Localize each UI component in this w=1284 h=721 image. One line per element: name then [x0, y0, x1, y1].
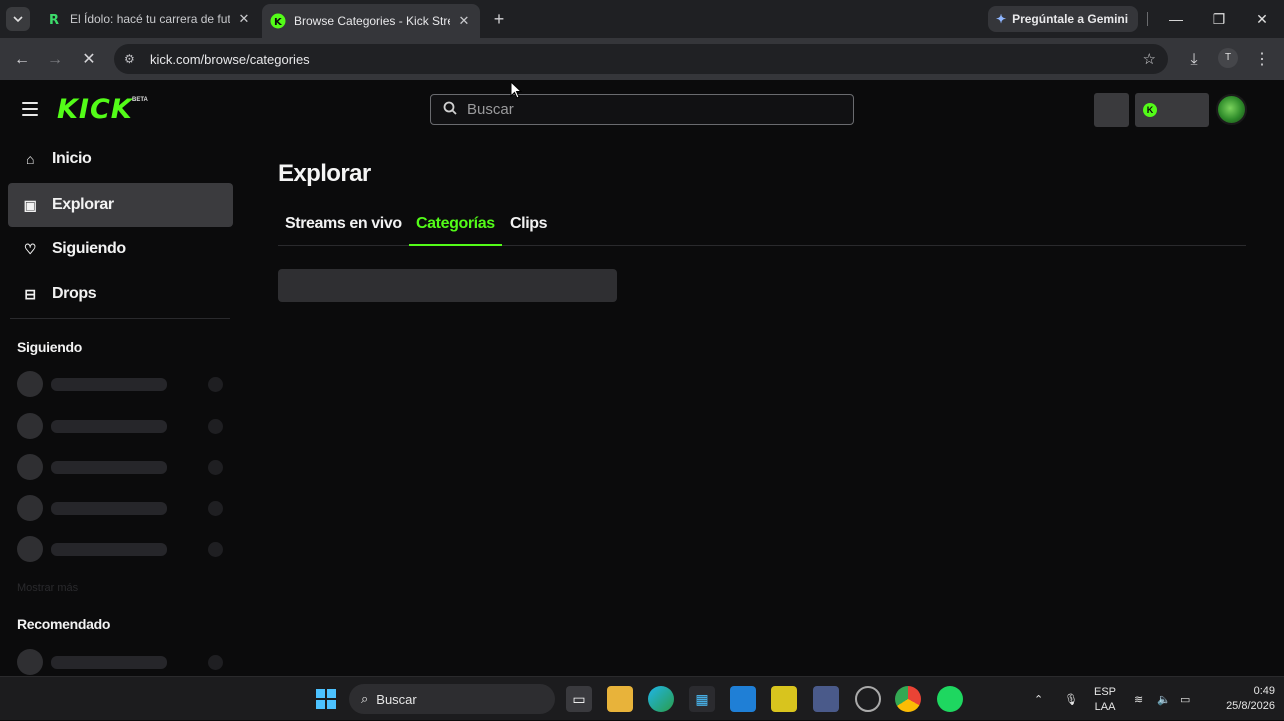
kick-page: KICK BETA K ⌂ Inicio ▣ Explorar ♡ Siguie…	[0, 80, 1284, 676]
profile-avatar[interactable]: T	[1218, 48, 1238, 68]
header-button-placeholder[interactable]	[1094, 93, 1129, 127]
taskbar-search-label: Buscar	[376, 691, 417, 707]
site-info-icon[interactable]: ⚙	[124, 52, 144, 66]
loading-channel-row	[17, 371, 227, 397]
url-text: kick.com/browse/categories	[150, 51, 310, 67]
tab-search-button[interactable]	[6, 7, 30, 31]
forward-button[interactable]: →	[43, 48, 67, 72]
r-logo-icon: R	[46, 11, 62, 27]
stop-loading-button[interactable]: ✕	[77, 48, 101, 72]
kick-logo-icon: K	[270, 13, 286, 29]
search-icon	[443, 101, 459, 118]
tab-clips[interactable]: Clips	[503, 212, 554, 246]
beta-badge: BETA	[132, 97, 148, 103]
obs-icon[interactable]	[855, 686, 881, 712]
tray-overflow-icon[interactable]: ⌃	[1034, 677, 1043, 721]
browser-tab-idolo[interactable]: R El Ídolo: hacé tu carrera de futb ✕	[38, 4, 260, 34]
gemini-label: Pregúntale a Gemini	[1012, 12, 1129, 26]
search-icon: ⌕	[361, 691, 369, 706]
show-more-link[interactable]: Mostrar más	[17, 582, 78, 594]
page-title: Explorar	[278, 160, 371, 187]
mouse-cursor-icon	[510, 81, 522, 99]
loading-channel-row	[17, 413, 227, 439]
loading-channel-row	[17, 495, 227, 521]
gemini-button[interactable]: ✦ Pregúntale a Gemini	[988, 6, 1139, 32]
new-tab-button[interactable]: +	[488, 8, 510, 30]
chevron-down-icon	[13, 16, 23, 23]
language-indicator[interactable]: ESP LAA	[1094, 685, 1116, 715]
sidebar-divider	[10, 318, 230, 319]
task-view-icon[interactable]: ▭	[566, 686, 592, 712]
clock-date: 25/8/2026	[1226, 700, 1275, 712]
microphone-icon[interactable]: 🎙	[1064, 677, 1078, 721]
sidebar-item-inicio[interactable]: ⌂ Inicio	[8, 137, 233, 181]
svg-text:R: R	[49, 13, 59, 26]
home-icon: ⌂	[25, 151, 35, 167]
browser-toolbar: ← → ✕ ⚙ kick.com/browse/categories ☆ ⤓ ⋮	[0, 38, 1284, 80]
recommended-header: Recomendado	[17, 616, 111, 632]
explore-tabs: Streams en vivo Categorías Clips	[278, 212, 1246, 246]
close-tab-icon[interactable]: ✕	[456, 13, 472, 29]
browse-icon: ▣	[23, 196, 37, 213]
kick-logo[interactable]: KICK	[57, 94, 133, 125]
kick-coin-icon: K	[1143, 103, 1157, 117]
search-box[interactable]	[430, 94, 854, 125]
file-explorer-icon[interactable]	[607, 686, 633, 712]
clock-time: 0:49	[1253, 685, 1275, 697]
system-clock[interactable]: 0:49 25/8/2026	[1205, 684, 1275, 714]
minimize-button[interactable]: —	[1154, 0, 1198, 38]
drops-icon: ⊟	[24, 285, 36, 302]
user-avatar[interactable]	[1216, 94, 1247, 125]
loading-channel-row	[17, 649, 227, 675]
volume-icon[interactable]: 🔈	[1157, 677, 1171, 721]
back-button[interactable]: ←	[10, 48, 34, 72]
heart-icon: ♡	[23, 240, 37, 257]
sidebar-item-label: Drops	[52, 285, 97, 302]
spotify-icon[interactable]	[937, 686, 963, 712]
search-input[interactable]	[467, 101, 827, 118]
battery-icon[interactable]: ▭	[1180, 677, 1190, 721]
windows-taskbar: ⌕ Buscar ▭ ▦ ⌃ 🎙 ESP LAA ≋ 🔈 ▭ 0:49 25/8…	[0, 676, 1284, 720]
browser-tab-kick[interactable]: K Browse Categories - Kick Stream ✕	[262, 4, 480, 38]
sparkle-icon: ✦	[996, 12, 1007, 26]
sidebar-item-siguiendo[interactable]: ♡ Siguiendo	[8, 227, 233, 271]
loading-filter-bar	[278, 269, 617, 302]
sidebar-item-explorar[interactable]: ▣ Explorar	[8, 183, 233, 227]
download-icon[interactable]: ⤓	[1182, 48, 1206, 72]
sidebar-item-drops[interactable]: ⊟ Drops	[8, 272, 233, 316]
sidebar-item-label: Explorar	[52, 196, 114, 213]
menu-dots-icon[interactable]: ⋮	[1250, 48, 1274, 72]
restore-button[interactable]: ❐	[1197, 0, 1241, 38]
loading-channel-row	[17, 454, 227, 480]
loading-channel-row	[17, 536, 227, 562]
svg-text:K: K	[274, 17, 283, 28]
notes-icon[interactable]	[771, 686, 797, 712]
kick-coins-button[interactable]: K	[1135, 93, 1209, 127]
game-icon[interactable]	[813, 686, 839, 712]
lang-code: ESP	[1094, 686, 1117, 698]
app-icon[interactable]	[730, 686, 756, 712]
edge-icon[interactable]	[648, 686, 674, 712]
browser-tab-strip: R El Ídolo: hacé tu carrera de futb ✕ K …	[0, 0, 1284, 38]
tab-title: Browse Categories - Kick Stream	[294, 14, 450, 28]
store-icon[interactable]: ▦	[689, 686, 715, 712]
hamburger-menu-icon[interactable]	[22, 102, 38, 116]
tab-title: El Ídolo: hacé tu carrera de futb	[70, 12, 230, 26]
sidebar-item-label: Inicio	[52, 150, 92, 167]
tab-streams-en-vivo[interactable]: Streams en vivo	[278, 212, 409, 246]
wifi-icon[interactable]: ≋	[1134, 677, 1143, 721]
tab-categorias[interactable]: Categorías	[409, 212, 502, 246]
sidebar-item-label: Siguiendo	[52, 240, 126, 257]
following-header: Siguiendo	[17, 339, 82, 355]
chrome-icon[interactable]	[895, 686, 921, 712]
close-window-button[interactable]: ✕	[1240, 0, 1284, 38]
bookmark-star-icon[interactable]: ☆	[1143, 50, 1156, 68]
lang-layout: LAA	[1094, 701, 1116, 713]
taskbar-search[interactable]: ⌕ Buscar	[349, 684, 555, 714]
divider	[1147, 12, 1148, 26]
windows-start-icon[interactable]	[313, 686, 339, 712]
address-bar[interactable]: ⚙ kick.com/browse/categories ☆	[114, 44, 1168, 74]
close-tab-icon[interactable]: ✕	[236, 11, 252, 27]
